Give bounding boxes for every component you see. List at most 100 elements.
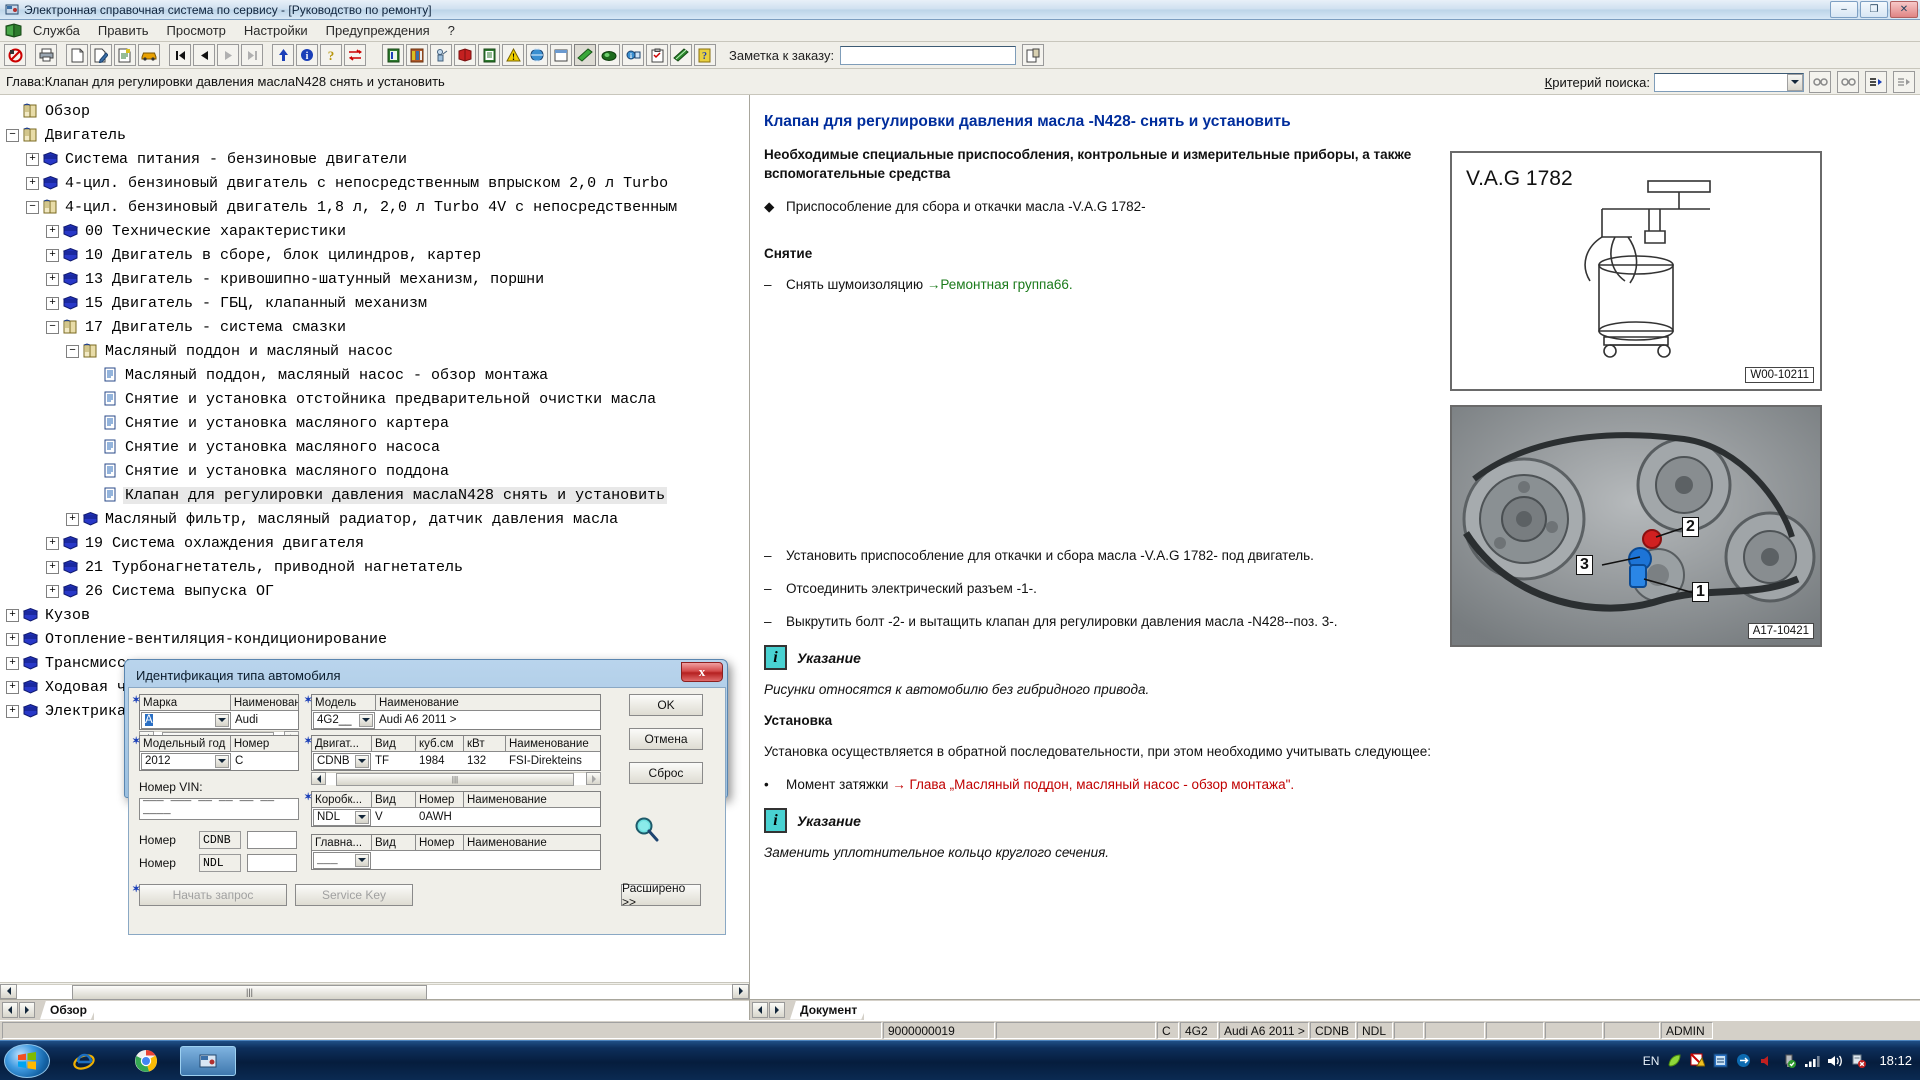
tree-node[interactable]: + Кузов bbox=[0, 603, 749, 627]
scroll-left-button[interactable] bbox=[0, 983, 17, 999]
chevron-down-icon[interactable] bbox=[215, 754, 229, 768]
manual-icon[interactable] bbox=[670, 44, 692, 66]
globe-icon[interactable] bbox=[526, 44, 548, 66]
scroll-thumb[interactable]: ||| bbox=[72, 984, 427, 1000]
tree-node[interactable]: +10 Двигатель в сборе, блок цилиндров, к… bbox=[0, 243, 749, 267]
menu-item-prosmotr[interactable]: Просмотр bbox=[158, 21, 235, 40]
model-value[interactable]: 4G2__ bbox=[317, 714, 352, 726]
tree-node[interactable]: − Масляный поддон и масляный насос bbox=[0, 339, 749, 363]
diagnostic-icon[interactable]: i bbox=[622, 44, 644, 66]
gearbox-grid[interactable]: Коробк... Вид Номер Наименование NDL V 0… bbox=[311, 791, 601, 827]
expand-icon[interactable]: + bbox=[6, 608, 19, 622]
engine-grid[interactable]: Двигат... Вид куб.см кВт Наименование CD… bbox=[311, 735, 601, 771]
menu-item-pravit[interactable]: Править bbox=[89, 21, 158, 40]
tree-node[interactable]: − 17 Двигатель - система смазки bbox=[0, 315, 749, 339]
reset-button[interactable]: Сброс bbox=[629, 762, 703, 784]
model-combo[interactable]: 4G2__ bbox=[313, 711, 375, 729]
tree-node[interactable]: + Система питания - бензиновые двигатели bbox=[0, 147, 749, 171]
tree-node[interactable]: +13 Двигатель - кривошипно-шатунный меха… bbox=[0, 267, 749, 291]
volume-icon[interactable] bbox=[1827, 1053, 1843, 1069]
model-year-combo[interactable]: 2012 bbox=[141, 752, 231, 770]
tree-horizontal-scrollbar[interactable]: ||| bbox=[0, 982, 749, 1000]
chevron-down-icon[interactable] bbox=[355, 853, 369, 867]
main-combo[interactable]: ___ bbox=[313, 851, 371, 869]
tree-node[interactable]: +26 Система выпуска ОГ bbox=[0, 579, 749, 603]
vehicle-icon[interactable] bbox=[138, 44, 160, 66]
engine-scrollbar[interactable]: ||| bbox=[311, 772, 601, 786]
tree-node[interactable]: Снятие и установка отстойника предварите… bbox=[0, 387, 749, 411]
menu-item-sluzhba[interactable]: Служба bbox=[24, 21, 89, 40]
expand-icon[interactable]: + bbox=[46, 536, 59, 550]
chevron-down-icon[interactable] bbox=[1787, 73, 1803, 91]
brand-combo[interactable]: A bbox=[141, 711, 231, 729]
scroll-right-button[interactable] bbox=[732, 983, 749, 999]
cancel-button[interactable]: Отмена bbox=[629, 728, 703, 750]
chevron-down-icon[interactable] bbox=[355, 754, 369, 768]
attachment-icon[interactable] bbox=[1022, 44, 1045, 66]
first-page-icon[interactable] bbox=[169, 44, 191, 66]
main-value[interactable]: ___ bbox=[317, 854, 338, 867]
taskbar-item-google-chrome[interactable] bbox=[118, 1046, 174, 1076]
green-book-icon[interactable] bbox=[574, 44, 596, 66]
language-indicator[interactable]: EN bbox=[1643, 1054, 1660, 1068]
tab-obzor[interactable]: Обзор bbox=[40, 1001, 99, 1020]
number-input-2[interactable] bbox=[247, 854, 297, 872]
tree-node[interactable]: +4-цил. бензиновый двигатель с непосредс… bbox=[0, 171, 749, 195]
expand-icon[interactable]: + bbox=[46, 272, 59, 286]
maximize-button[interactable]: ❐ bbox=[1860, 1, 1888, 18]
extended-button[interactable]: Расширено >> bbox=[621, 881, 701, 909]
engine-scroll-track[interactable]: ||| bbox=[326, 772, 586, 786]
edit-document-icon[interactable] bbox=[90, 44, 112, 66]
engine-scroll-right[interactable] bbox=[586, 772, 601, 785]
menu-item-preduprezhdeniya[interactable]: Предупреждения bbox=[317, 21, 439, 40]
tree-node[interactable]: +21 Турбонагнетатель, приводной нагнетат… bbox=[0, 555, 749, 579]
scroll-track[interactable]: ||| bbox=[17, 983, 732, 1000]
antivirus-icon[interactable] bbox=[1689, 1053, 1705, 1069]
start-query-button[interactable]: Начать запрос bbox=[139, 884, 287, 906]
question-book-icon[interactable]: ? bbox=[694, 44, 716, 66]
usb-safe-icon[interactable] bbox=[1781, 1053, 1797, 1069]
expand-list-icon[interactable] bbox=[1865, 71, 1887, 93]
tree-node[interactable]: Масляный поддон, масляный насос - обзор … bbox=[0, 363, 749, 387]
expand-icon[interactable]: + bbox=[6, 680, 19, 694]
order-note-input[interactable] bbox=[840, 45, 1017, 65]
engine-combo[interactable]: CDNB bbox=[313, 752, 371, 770]
engine-scroll-left[interactable] bbox=[311, 772, 326, 785]
print-icon[interactable] bbox=[35, 44, 57, 66]
search-combo[interactable] bbox=[1654, 72, 1804, 92]
tree-node[interactable]: − Двигатель bbox=[0, 123, 749, 147]
action-center-icon[interactable] bbox=[1850, 1053, 1866, 1069]
expand-icon[interactable]: + bbox=[26, 152, 39, 166]
vin-input[interactable]: ___ ___ __ __ __ __ ____ bbox=[139, 791, 299, 820]
expand-icon[interactable]: + bbox=[26, 176, 39, 190]
taskbar-clock[interactable]: 18:12 bbox=[1879, 1053, 1912, 1068]
chevron-down-icon[interactable] bbox=[359, 713, 373, 727]
collapse-icon[interactable]: − bbox=[46, 320, 59, 334]
menu-item-help[interactable]: ? bbox=[439, 21, 464, 40]
expand-icon[interactable]: + bbox=[46, 248, 59, 262]
tree-node[interactable]: + Отопление-вентиляция-кондиционирование bbox=[0, 627, 749, 651]
oil-can-icon[interactable] bbox=[430, 44, 452, 66]
tab-next-button[interactable] bbox=[19, 1002, 35, 1018]
number-input-1[interactable] bbox=[247, 831, 297, 849]
bookshelf-icon[interactable] bbox=[406, 44, 428, 66]
tree-node[interactable]: +19 Система охлаждения двигателя bbox=[0, 531, 749, 555]
help-icon[interactable]: ? bbox=[320, 44, 342, 66]
tree-node[interactable]: Снятие и установка масляного картера bbox=[0, 411, 749, 435]
expand-icon[interactable]: + bbox=[46, 296, 59, 310]
start-button[interactable] bbox=[4, 1043, 50, 1078]
gearbox-combo[interactable]: NDL bbox=[313, 808, 371, 826]
tree-node[interactable]: + Масляный фильтр, масляный радиатор, дат… bbox=[0, 507, 749, 531]
book-green-icon[interactable] bbox=[382, 44, 404, 66]
menu-item-nastroyki[interactable]: Настройки bbox=[235, 21, 317, 40]
new-document-icon[interactable] bbox=[66, 44, 88, 66]
expand-icon[interactable]: + bbox=[66, 512, 79, 526]
taskbar-item-elsawin[interactable] bbox=[180, 1045, 236, 1076]
chevron-down-icon[interactable] bbox=[355, 810, 369, 824]
brand-value[interactable]: A bbox=[145, 714, 153, 726]
collapse-icon[interactable]: − bbox=[6, 128, 19, 142]
expand-icon[interactable]: + bbox=[6, 632, 19, 646]
tree-node[interactable]: − 4-цил. бензиновый двигатель 1,8 л, 2,0 … bbox=[0, 195, 749, 219]
leaf-icon[interactable] bbox=[1666, 1053, 1682, 1069]
tree-node[interactable]: Клапан для регулировки давления маслаN42… bbox=[0, 483, 749, 507]
